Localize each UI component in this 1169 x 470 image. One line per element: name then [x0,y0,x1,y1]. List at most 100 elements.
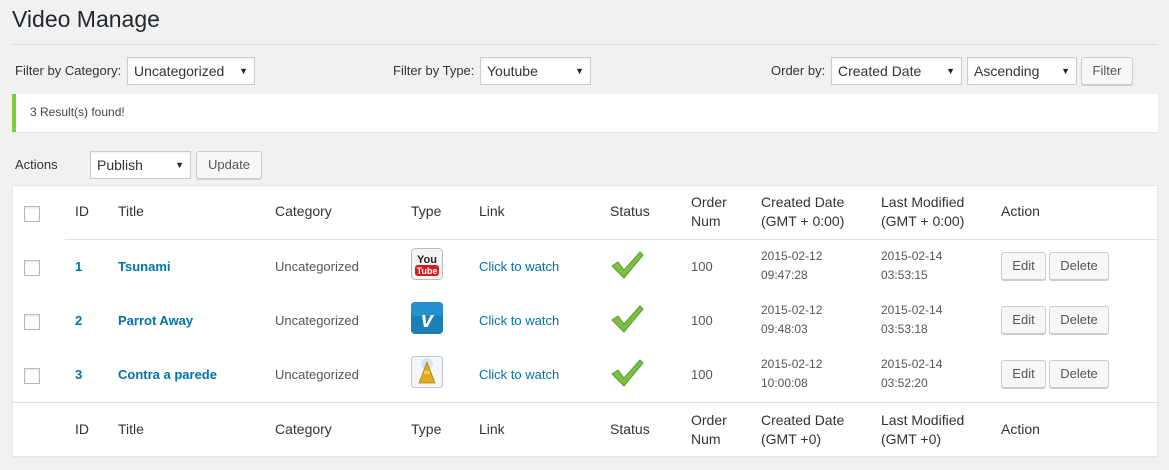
column-type[interactable]: Type [411,202,441,221]
footer-order-line2: Num [691,431,721,447]
modified-date: 2015-02-14 [881,303,943,317]
check-icon [611,359,644,387]
bulk-action-value: Publish [97,157,143,173]
category-select-value: Uncategorized [134,63,225,79]
footer-column-order-num[interactable]: Order Num [691,411,727,449]
select-all-checkbox[interactable] [24,206,40,222]
row-checkbox[interactable] [24,368,40,384]
delete-button[interactable]: Delete [1049,252,1109,280]
video-table: ID Title Category Type Link Status Order… [12,185,1159,457]
row-id-link[interactable]: 2 [75,313,82,328]
footer-column-link[interactable]: Link [479,420,505,439]
modified-date: 2015-02-14 [881,357,943,371]
column-created-line2: (GMT + 0:00) [761,213,845,229]
youtube-icon: You Tube [411,248,443,280]
page-title: Video Manage [12,6,160,32]
footer-column-created-date[interactable]: Created Date (GMT +0) [761,411,844,449]
chevron-down-icon: ▼ [946,66,955,76]
footer-column-title[interactable]: Title [118,420,144,439]
row-created-date: 2015-02-12 09:48:03 [761,301,822,339]
order-by-label: Order by: [771,63,826,78]
order-direction-value: Ascending [974,63,1040,79]
row-checkbox[interactable] [24,260,40,276]
row-title-link[interactable]: Contra a parede [118,367,217,382]
svg-text:You: You [417,254,437,266]
column-link[interactable]: Link [479,202,505,221]
delete-button[interactable]: Delete [1049,306,1109,334]
filter-button[interactable]: Filter [1081,57,1133,85]
click-to-watch-link[interactable]: Click to watch [479,313,559,328]
vimeo-icon: v [411,302,443,334]
row-modified-date: 2015-02-14 03:53:18 [881,301,942,339]
row-id-link[interactable]: 1 [75,259,82,274]
check-icon [611,305,644,333]
edit-button[interactable]: Edit [1001,360,1046,388]
row-category: Uncategorized [275,259,359,274]
row-id-link[interactable]: 3 [75,367,82,382]
bulk-actions-label: Actions [15,157,58,172]
created-time: 09:48:03 [761,322,808,336]
modified-date: 2015-02-14 [881,249,943,263]
created-date: 2015-02-12 [761,249,823,263]
type-select[interactable]: Youtube ▼ [480,57,591,85]
row-checkbox[interactable] [24,314,40,330]
row-modified-date: 2015-02-14 03:53:15 [881,247,942,285]
category-select[interactable]: Uncategorized ▼ [127,57,255,85]
edit-button[interactable]: Edit [1001,252,1046,280]
column-title[interactable]: Title [118,202,144,221]
column-last-modified[interactable]: Last Modified (GMT + 0:00) [881,193,964,231]
footer-column-status[interactable]: Status [610,420,650,439]
row-category: Uncategorized [275,367,359,382]
column-modified-line1: Last Modified [881,194,965,210]
column-id[interactable]: ID [75,202,89,221]
footer-column-type[interactable]: Type [411,420,441,439]
column-action: Action [1001,203,1040,219]
check-icon [611,251,644,279]
row-category: Uncategorized [275,313,359,328]
footer-modified-line2: (GMT +0) [881,431,942,447]
row-modified-date: 2015-02-14 03:52:20 [881,355,942,393]
media-file-icon [411,356,443,388]
column-order-num-line2: Num [691,213,721,229]
column-status[interactable]: Status [610,202,650,221]
chevron-down-icon: ▼ [1061,66,1070,76]
row-title-link[interactable]: Tsunami [118,259,171,274]
column-created-date[interactable]: Created Date (GMT + 0:00) [761,193,844,231]
chevron-down-icon: ▼ [575,66,584,76]
type-filter-label: Filter by Type: [393,63,475,78]
column-created-line1: Created Date [761,194,845,210]
results-notice: 3 Result(s) found! [12,94,1158,132]
edit-button[interactable]: Edit [1001,306,1046,334]
footer-column-last-modified[interactable]: Last Modified (GMT +0) [881,411,964,449]
row-order-num: 100 [691,259,713,274]
footer-created-line2: (GMT +0) [761,431,822,447]
click-to-watch-link[interactable]: Click to watch [479,367,559,382]
modified-time: 03:53:18 [881,322,928,336]
column-order-num[interactable]: Order Num [691,193,727,231]
footer-column-action: Action [1001,421,1040,437]
modified-time: 03:52:20 [881,376,928,390]
order-by-select[interactable]: Created Date ▼ [831,57,962,85]
order-direction-select[interactable]: Ascending ▼ [967,57,1077,85]
column-order-num-line1: Order [691,194,727,210]
footer-column-id[interactable]: ID [75,420,89,439]
delete-button[interactable]: Delete [1049,360,1109,388]
order-by-select-value: Created Date [838,63,922,79]
footer-order-line1: Order [691,412,727,428]
created-time: 10:00:08 [761,376,808,390]
svg-text:Tube: Tube [417,266,438,276]
results-notice-text: 3 Result(s) found! [30,105,125,119]
column-category[interactable]: Category [275,202,332,221]
update-button[interactable]: Update [196,151,262,179]
created-date: 2015-02-12 [761,357,823,371]
footer-column-category[interactable]: Category [275,420,332,439]
click-to-watch-link[interactable]: Click to watch [479,259,559,274]
row-title-link[interactable]: Parrot Away [118,313,193,328]
divider [12,44,1158,45]
created-date: 2015-02-12 [761,303,823,317]
bulk-action-select[interactable]: Publish ▼ [90,151,191,179]
chevron-down-icon: ▼ [175,160,184,170]
chevron-down-icon: ▼ [239,66,248,76]
row-order-num: 100 [691,367,713,382]
footer-created-line1: Created Date [761,412,845,428]
